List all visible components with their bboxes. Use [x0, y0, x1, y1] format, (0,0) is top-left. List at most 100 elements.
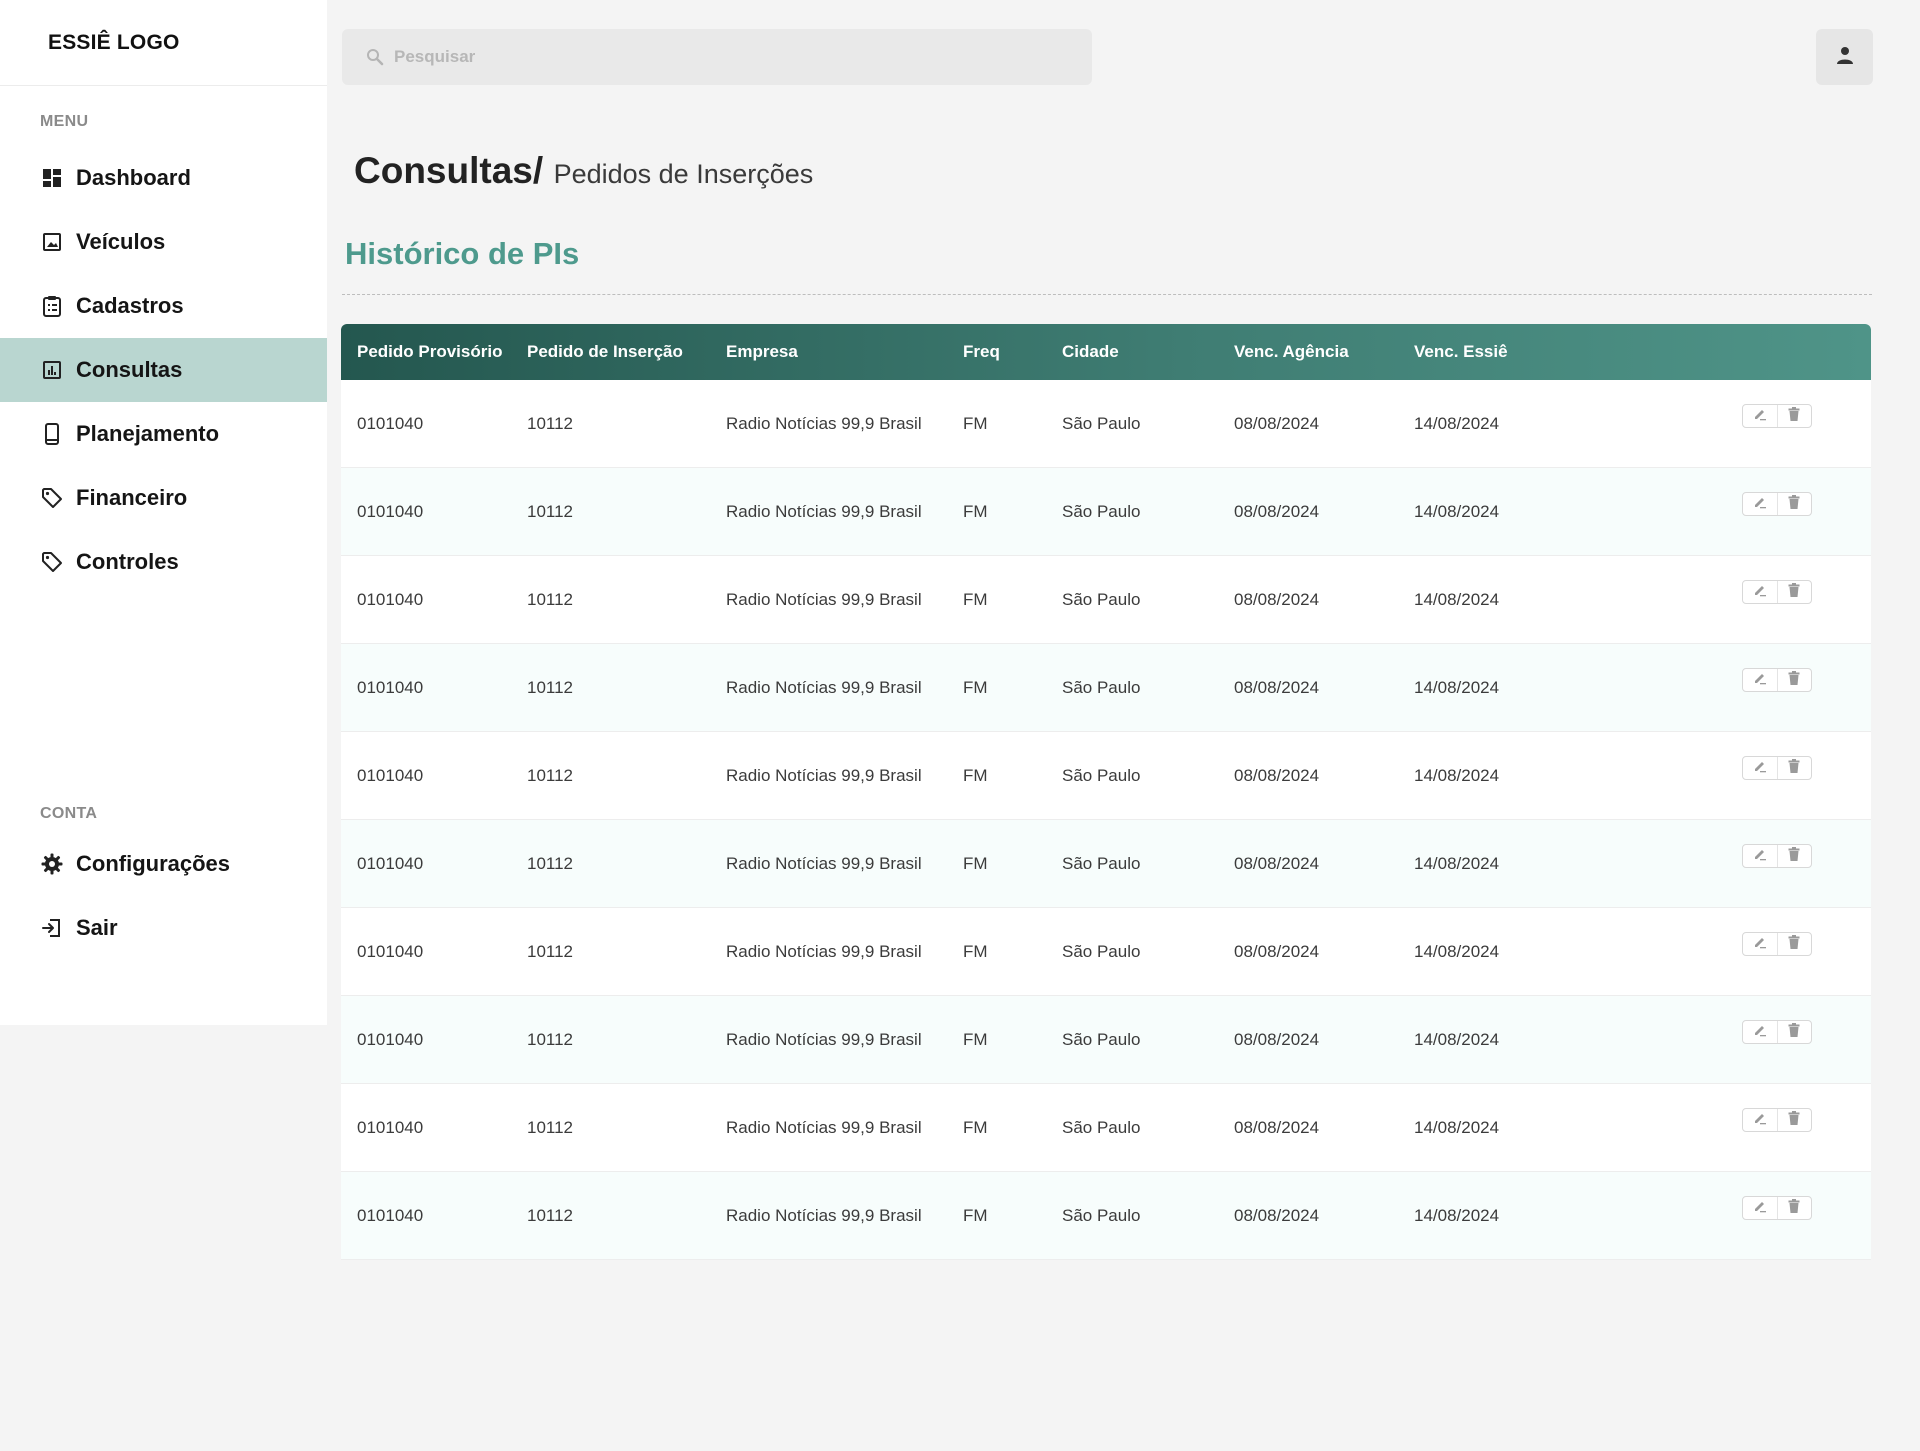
table-row[interactable]: 0101040 10112 Radio Notícias 99,9 Brasil… — [341, 1084, 1871, 1172]
delete-button[interactable] — [1776, 404, 1811, 427]
cell-actions — [1728, 579, 1871, 604]
column-header[interactable]: Venc. Essiê — [1398, 342, 1728, 362]
cell-actions — [1728, 1195, 1871, 1220]
edit-button[interactable] — [1743, 1197, 1777, 1219]
sidebar: ESSIÊ LOGO MENU Dashboard Veículos Cadas… — [0, 0, 327, 1025]
cell-cidade: São Paulo — [1062, 1117, 1141, 1137]
cell-freq: FM — [963, 413, 988, 433]
column-header[interactable]: Freq — [947, 342, 1046, 362]
row-actions — [1742, 491, 1812, 516]
cell-empresa: Radio Notícias 99,9 Brasil — [726, 1205, 922, 1225]
edit-button[interactable] — [1743, 493, 1777, 515]
search-input[interactable] — [394, 47, 1074, 67]
delete-button[interactable] — [1776, 580, 1811, 603]
edit-button[interactable] — [1743, 669, 1777, 691]
edit-icon — [1753, 846, 1767, 866]
delete-button[interactable] — [1776, 1196, 1811, 1219]
cell-empresa: Radio Notícias 99,9 Brasil — [726, 589, 922, 609]
sidebar-item-planejamento[interactable]: Planejamento — [0, 402, 327, 466]
cell-venc-essie: 14/08/2024 — [1414, 941, 1500, 961]
cell-actions — [1728, 1019, 1871, 1044]
table-row[interactable]: 0101040 10112 Radio Notícias 99,9 Brasil… — [341, 644, 1871, 732]
cell-venc-agencia: 08/08/2024 — [1234, 589, 1320, 609]
column-header[interactable]: Empresa — [710, 342, 947, 362]
table-row[interactable]: 0101040 10112 Radio Notícias 99,9 Brasil… — [341, 732, 1871, 820]
delete-button[interactable] — [1776, 668, 1811, 691]
sidebar-item-label: Planejamento — [76, 421, 220, 446]
divider — [342, 294, 1872, 295]
edit-button[interactable] — [1743, 757, 1777, 779]
sidebar-item-dashboard[interactable]: Dashboard — [0, 146, 327, 210]
cell-venc-essie: 14/08/2024 — [1414, 1117, 1500, 1137]
cell-actions — [1728, 843, 1871, 868]
sidebar-item-configuracoes[interactable]: Configurações — [0, 832, 327, 896]
column-header[interactable]: Venc. Agência — [1218, 342, 1398, 362]
delete-button[interactable] — [1776, 492, 1811, 515]
page-title-main: Consultas/ — [354, 150, 544, 191]
cell-pedido-insercao: 10112 — [527, 853, 574, 873]
cell-empresa: Radio Notícias 99,9 Brasil — [726, 501, 922, 521]
edit-button[interactable] — [1743, 933, 1777, 955]
tag-icon — [40, 486, 64, 510]
row-actions — [1742, 403, 1812, 428]
delete-button[interactable] — [1776, 1020, 1811, 1043]
sidebar-item-label: Dashboard — [76, 165, 191, 190]
cell-venc-essie: 14/08/2024 — [1414, 765, 1500, 785]
table-row[interactable]: 0101040 10112 Radio Notícias 99,9 Brasil… — [341, 380, 1871, 468]
edit-icon — [1753, 758, 1767, 778]
table-row[interactable]: 0101040 10112 Radio Notícias 99,9 Brasil… — [341, 996, 1871, 1084]
cell-pedido-insercao: 10112 — [527, 501, 574, 521]
logout-icon — [40, 916, 64, 940]
page-title: Consultas/ Pedidos de Inserções — [354, 150, 813, 192]
trash-icon — [1788, 846, 1800, 866]
table-row[interactable]: 0101040 10112 Radio Notícias 99,9 Brasil… — [341, 908, 1871, 996]
cell-actions — [1728, 755, 1871, 780]
table-body: 0101040 10112 Radio Notícias 99,9 Brasil… — [341, 380, 1871, 1260]
column-header[interactable]: Cidade — [1046, 342, 1218, 362]
table-row[interactable]: 0101040 10112 Radio Notícias 99,9 Brasil… — [341, 820, 1871, 908]
table-row[interactable]: 0101040 10112 Radio Notícias 99,9 Brasil… — [341, 468, 1871, 556]
sidebar-item-cadastros[interactable]: Cadastros — [0, 274, 327, 338]
sidebar-item-controles[interactable]: Controles — [0, 530, 327, 594]
trash-icon — [1788, 582, 1800, 602]
user-button[interactable] — [1816, 29, 1873, 85]
column-header[interactable]: Pedido de Inserção — [511, 342, 710, 362]
user-icon — [1835, 45, 1855, 70]
trash-icon — [1788, 494, 1800, 514]
sidebar-item-financeiro[interactable]: Financeiro — [0, 466, 327, 530]
row-actions — [1742, 667, 1812, 692]
sidebar-item-veiculos[interactable]: Veículos — [0, 210, 327, 274]
cell-actions — [1728, 403, 1871, 428]
table-row[interactable]: 0101040 10112 Radio Notícias 99,9 Brasil… — [341, 556, 1871, 644]
trash-icon — [1788, 670, 1800, 690]
tag-icon — [40, 550, 64, 574]
delete-button[interactable] — [1776, 844, 1811, 867]
edit-button[interactable] — [1743, 845, 1777, 867]
delete-button[interactable] — [1776, 1108, 1811, 1131]
cell-venc-essie: 14/08/2024 — [1414, 413, 1500, 433]
edit-button[interactable] — [1743, 581, 1777, 603]
logo[interactable]: ESSIÊ LOGO — [0, 0, 327, 86]
cell-freq: FM — [963, 1205, 988, 1225]
sidebar-item-consultas[interactable]: Consultas — [0, 338, 327, 402]
edit-icon — [1753, 406, 1767, 426]
edit-button[interactable] — [1743, 1109, 1777, 1131]
edit-icon — [1753, 1022, 1767, 1042]
edit-button[interactable] — [1743, 405, 1777, 427]
cell-cidade: São Paulo — [1062, 413, 1141, 433]
delete-button[interactable] — [1776, 756, 1811, 779]
cell-pedido-insercao: 10112 — [527, 765, 574, 785]
cell-venc-agencia: 08/08/2024 — [1234, 1205, 1320, 1225]
sidebar-item-label: Consultas — [76, 357, 183, 382]
image-icon — [40, 230, 64, 254]
sidebar-item-sair[interactable]: Sair — [0, 896, 327, 960]
table-row[interactable]: 0101040 10112 Radio Notícias 99,9 Brasil… — [341, 1172, 1871, 1260]
row-actions — [1742, 1107, 1812, 1132]
column-header[interactable]: Pedido Provisório — [341, 342, 511, 362]
search-icon — [366, 48, 384, 66]
trash-icon — [1788, 1198, 1800, 1218]
delete-button[interactable] — [1776, 932, 1811, 955]
edit-button[interactable] — [1743, 1021, 1777, 1043]
cell-pedido-insercao: 10112 — [527, 413, 574, 433]
cell-venc-essie: 14/08/2024 — [1414, 1029, 1500, 1049]
